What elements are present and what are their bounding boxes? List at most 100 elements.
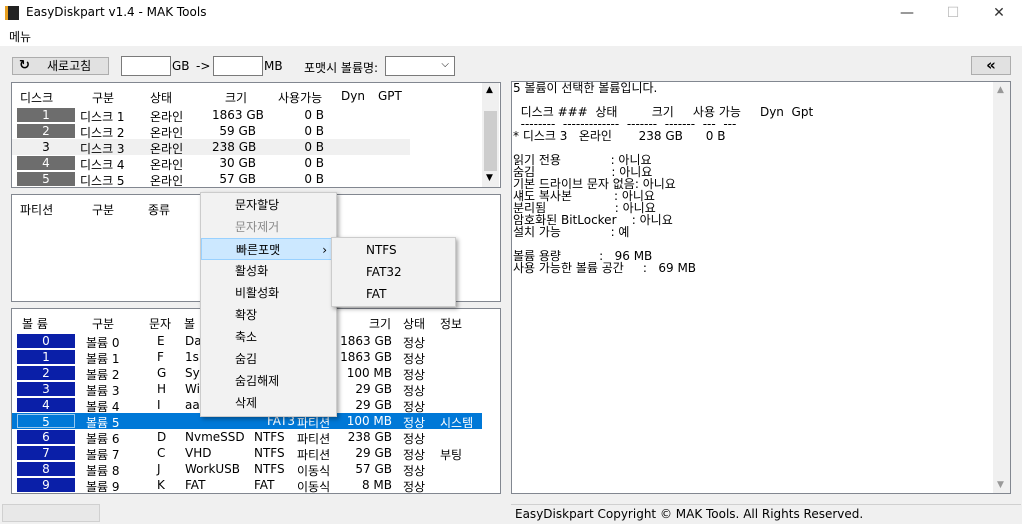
menu-remove-letter[interactable]: 문자제거: [201, 216, 336, 238]
col-label[interactable]: 볼: [184, 315, 195, 332]
menu-shrink[interactable]: 축소: [201, 326, 336, 348]
volume-filesystem: NTFS: [254, 430, 285, 444]
chevron-right-icon: ›: [322, 243, 327, 257]
volume-letter: G: [157, 366, 167, 380]
col-type[interactable]: 구분: [92, 201, 114, 218]
col-free[interactable]: 사용가능: [278, 89, 322, 106]
volume-label: aa: [185, 398, 200, 412]
status-progress: [2, 504, 100, 522]
close-button[interactable]: ✕: [976, 0, 1022, 26]
menu-hide[interactable]: 숨김: [201, 348, 336, 370]
volume-number: 9: [17, 478, 75, 492]
volume-row[interactable]: 6 볼륨 6 D NvmeSSD NTFS 파티션 238 GB 정상: [12, 429, 482, 446]
menu-main[interactable]: 메뉴: [9, 28, 31, 45]
col-letter[interactable]: 문자: [149, 315, 171, 332]
scroll-down-icon[interactable]: ▼: [997, 480, 1004, 490]
volume-letter: D: [157, 430, 167, 444]
volume-row[interactable]: 8 볼륨 8 J WorkUSB NTFS 이동식 57 GB 정상: [12, 461, 482, 478]
disk-size: 57 GB: [219, 172, 256, 186]
refresh-label: 새로고침: [47, 59, 92, 73]
volume-size: 29 GB: [355, 382, 392, 396]
menu-delete[interactable]: 삭제: [201, 392, 336, 414]
col-status[interactable]: 상태: [403, 315, 425, 332]
col-volume[interactable]: 볼 륨: [22, 315, 48, 332]
col-disk[interactable]: 디스크: [20, 89, 53, 106]
disk-free: 0 B: [304, 172, 324, 186]
menu-unhide[interactable]: 숨김해제: [201, 370, 336, 392]
disk-row[interactable]: 1 디스크 1 온라인 1863 GB 0 B: [12, 107, 482, 124]
scroll-up-icon[interactable]: ▲: [486, 85, 493, 95]
disk-number: 1: [17, 108, 75, 122]
volume-letter: K: [157, 478, 165, 492]
disk-row[interactable]: 2 디스크 2 온라인 59 GB 0 B: [12, 123, 482, 140]
disk-size: 238 GB: [212, 140, 257, 154]
col-gpt[interactable]: GPT: [378, 89, 402, 103]
volume-size: 238 GB: [347, 430, 392, 444]
volume-letter: E: [157, 334, 165, 348]
volume-status: 정상: [403, 480, 426, 494]
volume-label: FAT: [185, 478, 206, 492]
col-size[interactable]: 크기: [225, 89, 247, 106]
disk-size: 59 GB: [219, 124, 256, 138]
maximize-button[interactable]: ☐: [930, 0, 976, 26]
volume-number: 1: [17, 350, 75, 364]
col-partition[interactable]: 파티션: [20, 201, 53, 218]
disk-row[interactable]: 5 디스크 5 온라인 57 GB 0 B: [12, 171, 482, 188]
refresh-button[interactable]: ↻ 새로고침: [12, 57, 109, 75]
menu-deactivate[interactable]: 비활성화: [201, 282, 336, 304]
volume-size: 1863 GB: [340, 350, 392, 364]
minimize-button[interactable]: —: [884, 0, 930, 26]
col-type[interactable]: 구분: [92, 315, 114, 332]
volume-letter: C: [157, 446, 166, 460]
disk-free: 0 B: [304, 140, 324, 154]
disk-number: 5: [17, 172, 75, 186]
volume-size: 8 MB: [361, 478, 392, 492]
scroll-down-icon[interactable]: ▼: [486, 173, 493, 183]
volume-filesystem: NTFS: [254, 462, 285, 476]
col-size[interactable]: 크기: [369, 315, 391, 332]
volume-row[interactable]: 9 볼륨 9 K FAT FAT 이동식 8 MB 정상: [12, 477, 482, 494]
format-submenu: NTFS FAT32 FAT: [331, 237, 456, 307]
disk-list: 디스크 구분 상태 크기 사용가능 Dyn GPT 1 디스크 1 온라인 18…: [11, 82, 501, 188]
volume-number: 7: [17, 446, 75, 460]
menu-quick-format[interactable]: 빠른포맷 ›: [201, 238, 336, 260]
volume-filesystem: FAT: [254, 478, 275, 492]
mb-input[interactable]: [213, 56, 263, 76]
scroll-up-icon[interactable]: ▲: [997, 85, 1004, 95]
format-fat[interactable]: FAT: [332, 283, 455, 305]
volume-letter: H: [157, 382, 167, 396]
scroll-thumb[interactable]: [484, 111, 497, 171]
volume-size: 29 GB: [355, 398, 392, 412]
disk-free: 0 B: [304, 108, 324, 122]
volume-name-dropdown[interactable]: ⌵: [385, 56, 455, 76]
col-dyn[interactable]: Dyn: [341, 89, 365, 103]
col-type[interactable]: 구분: [92, 89, 114, 106]
gb-input[interactable]: [121, 56, 171, 76]
status-bar: EasyDiskpart Copyright © MAK Tools. All …: [511, 504, 1021, 522]
col-status[interactable]: 상태: [150, 89, 172, 106]
volume-row[interactable]: 7 볼륨 7 C VHD NTFS 파티션 29 GB 정상 부팅: [12, 445, 482, 462]
format-ntfs[interactable]: NTFS: [332, 239, 455, 261]
mb-label: MB: [264, 59, 283, 73]
volume-label: NvmeSSD: [185, 430, 245, 444]
disk-row[interactable]: 4 디스크 4 온라인 30 GB 0 B: [12, 155, 482, 172]
menu-activate[interactable]: 활성화: [201, 260, 336, 282]
disk-free: 0 B: [304, 156, 324, 170]
collapse-button[interactable]: «: [971, 56, 1011, 75]
info-panel-scrollbar[interactable]: ▲ ▼: [993, 82, 1010, 493]
disk-size: 30 GB: [219, 156, 256, 170]
format-fat32[interactable]: FAT32: [332, 261, 455, 283]
disk-number: 3: [17, 140, 75, 154]
col-kind[interactable]: 종류: [148, 201, 170, 218]
disk-row-selected[interactable]: 3 디스크 3 온라인 238 GB 0 B: [12, 139, 410, 156]
volume-number: 2: [17, 366, 75, 380]
menu-extend[interactable]: 확장: [201, 304, 336, 326]
disk-number: 2: [17, 124, 75, 138]
disk-list-scrollbar[interactable]: ▲ ▼: [482, 83, 499, 187]
volume-size: 100 MB: [346, 414, 392, 428]
menu-assign-letter[interactable]: 문자할당: [201, 194, 336, 216]
volume-number: 3: [17, 382, 75, 396]
arrow-label: ->: [196, 59, 211, 73]
col-info[interactable]: 정보: [440, 315, 462, 332]
volume-label: Wi: [185, 382, 200, 396]
